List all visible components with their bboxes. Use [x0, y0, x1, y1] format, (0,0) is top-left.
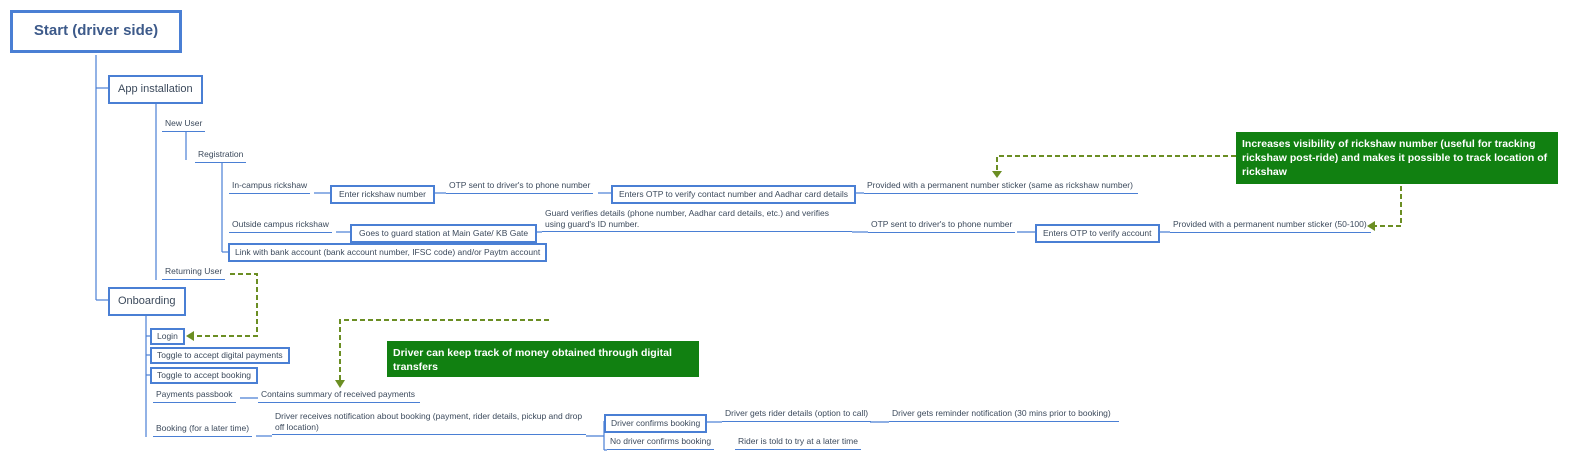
node-link-bank-account: Link with bank account (bank account num…	[228, 243, 548, 262]
node-returning-user: Returning User	[162, 266, 226, 280]
node-in-campus-rickshaw: In-campus rickshaw	[229, 180, 311, 194]
node-payments-passbook: Payments passbook	[153, 389, 236, 403]
node-toggle-digital-payments: Toggle to accept digital payments	[150, 347, 290, 364]
node-rider-told-try-later: Rider is told to try at a later time	[735, 436, 861, 450]
node-goes-to-guard: Goes to guard station at Main Gate/ KB G…	[350, 224, 538, 243]
node-no-driver-confirms: No driver confirms booking	[607, 436, 715, 450]
node-new-user: New User	[162, 118, 206, 132]
callout-money-tracking: Driver can keep track of money obtained …	[387, 341, 699, 377]
node-registration: Registration	[195, 149, 247, 163]
node-sticker-same-number: Provided with a permanent number sticker…	[864, 180, 1138, 194]
node-otp-sent-2: OTP sent to driver's to phone number	[868, 219, 1016, 233]
callout-visibility: Increases visibility of rickshaw number …	[1236, 132, 1558, 184]
node-outside-campus-rickshaw: Outside campus rickshaw	[229, 219, 332, 233]
node-enters-otp-verify-account: Enters OTP to verify account	[1035, 224, 1160, 243]
root-node-start: Start (driver side)	[10, 10, 182, 53]
mind-map-diagram: Start (driver side) App installation New…	[0, 0, 1578, 464]
node-otp-sent-1: OTP sent to driver's to phone number	[446, 180, 594, 194]
node-driver-receives-notification: Driver receives notification about booki…	[272, 411, 586, 436]
node-booking-later: Booking (for a later time)	[153, 423, 253, 437]
node-login: Login	[150, 328, 185, 345]
node-onboarding: Onboarding	[108, 287, 186, 316]
node-app-installation: App installation	[108, 75, 203, 104]
node-enters-otp-verify-aadhar: Enters OTP to verify contact number and …	[611, 185, 856, 204]
node-sticker-50-100: Provided with a permanent number sticker…	[1170, 219, 1371, 233]
node-enter-rickshaw-number: Enter rickshaw number	[330, 185, 435, 204]
node-driver-gets-rider-details: Driver gets rider details (option to cal…	[722, 408, 872, 422]
node-contains-summary: Contains summary of received payments	[258, 389, 420, 403]
node-driver-gets-reminder: Driver gets reminder notification (30 mi…	[889, 408, 1119, 422]
node-guard-verifies: Guard verifies details (phone number, Aa…	[542, 208, 852, 233]
node-driver-confirms-booking: Driver confirms booking	[604, 414, 708, 433]
node-toggle-accept-booking: Toggle to accept booking	[150, 367, 259, 384]
